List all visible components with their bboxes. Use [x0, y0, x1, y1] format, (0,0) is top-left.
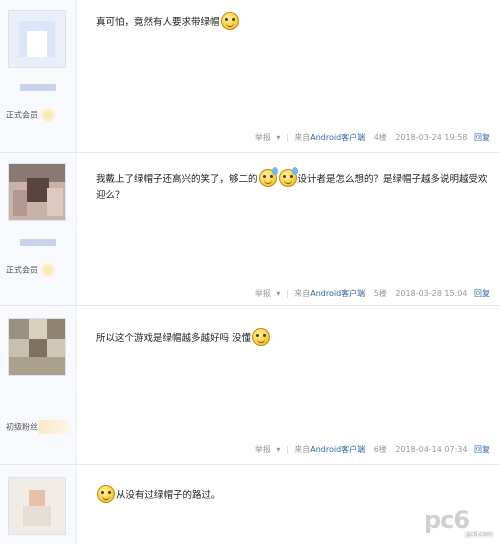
post-meta: 举报 ▾ | 来自Android客户端 5楼 2018-03-28 15:04 …: [252, 288, 490, 299]
post-content: 所以这个游戏是绿帽越多越好吗 没懂: [96, 328, 496, 347]
rank-badge-icon: [39, 420, 69, 434]
rank-badge-icon: [41, 263, 55, 277]
sweat-emoji-icon: [278, 167, 298, 187]
client-source: 来自Android客户端: [294, 445, 366, 454]
post-content: 真可怕，竟然有人要求带绿帽: [96, 12, 496, 31]
floor-number: 5楼: [373, 289, 387, 298]
site-watermark-logo: pc6 pc6.com: [424, 500, 494, 540]
floor-number: 6楼: [373, 445, 387, 454]
avatar[interactable]: [8, 163, 66, 221]
post-time: 2018-04-14 07:34: [395, 445, 468, 454]
avatar[interactable]: [8, 10, 66, 68]
report-link[interactable]: 举报: [255, 289, 271, 298]
android-client-link[interactable]: Android客户端: [310, 289, 365, 298]
rank-badge-icon: [41, 108, 55, 122]
android-client-link[interactable]: Android客户端: [310, 133, 365, 142]
avatar[interactable]: [8, 318, 66, 376]
client-source: 来自Android客户端: [294, 289, 366, 298]
client-source: 来自Android客户端: [294, 133, 366, 142]
reply-link[interactable]: 回复: [474, 445, 490, 454]
author-panel: 正式会员: [0, 153, 77, 305]
author-panel: [0, 465, 77, 544]
post-meta: 举报 ▾ | 来自Android客户端 4楼 2018-03-24 19:58 …: [252, 132, 490, 143]
sweat-emoji-icon: [258, 167, 278, 187]
separator: |: [285, 445, 289, 454]
android-client-link[interactable]: Android客户端: [310, 445, 365, 454]
post-time: 2018-03-28 15:04: [395, 289, 468, 298]
member-rank: 正式会员: [6, 263, 55, 277]
post-floor-6: 初级粉丝 所以这个游戏是绿帽越多越好吗 没懂 举报 ▾ | 来自Android客…: [0, 306, 500, 464]
post-floor-4: 正式会员 真可怕，竟然有人要求带绿帽 举报 ▾ | 来自Android客户端 4…: [0, 0, 500, 152]
post-meta: 举报 ▾ | 来自Android客户端 6楼 2018-04-14 07:34 …: [252, 444, 490, 455]
smiley-emoji-icon: [220, 12, 239, 30]
post-content: 我戴上了绿帽子还高兴的笑了，够二的 设计者是怎么想的？是绿帽子越多说明越受欢迎么？: [96, 167, 496, 204]
dropdown-arrow-icon[interactable]: ▾: [276, 133, 280, 142]
reply-link[interactable]: 回复: [474, 289, 490, 298]
separator: |: [285, 289, 289, 298]
smiley-emoji-icon: [97, 485, 115, 503]
dropdown-arrow-icon[interactable]: ▾: [276, 445, 280, 454]
watermark-text: pc6: [424, 506, 470, 534]
floor-number: 4楼: [373, 133, 387, 142]
username[interactable]: [20, 84, 56, 91]
report-link[interactable]: 举报: [255, 445, 271, 454]
avatar[interactable]: [8, 477, 66, 535]
report-link[interactable]: 举报: [255, 133, 271, 142]
separator: |: [285, 133, 289, 142]
smiley-emoji-icon: [252, 328, 271, 346]
member-rank: 初级粉丝: [6, 420, 69, 434]
author-panel: 初级粉丝: [0, 306, 77, 464]
author-panel: 正式会员: [0, 0, 77, 152]
username[interactable]: [20, 239, 56, 246]
post-time: 2018-03-24 19:58: [395, 133, 468, 142]
reply-link[interactable]: 回复: [474, 133, 490, 142]
dropdown-arrow-icon[interactable]: ▾: [276, 289, 280, 298]
post-floor-5: 正式会员 我戴上了绿帽子还高兴的笑了，够二的 设计者是怎么想的？是绿帽子越多说明越…: [0, 153, 500, 305]
member-rank: 正式会员: [6, 108, 55, 122]
watermark-subtext: pc6.com: [464, 531, 494, 538]
